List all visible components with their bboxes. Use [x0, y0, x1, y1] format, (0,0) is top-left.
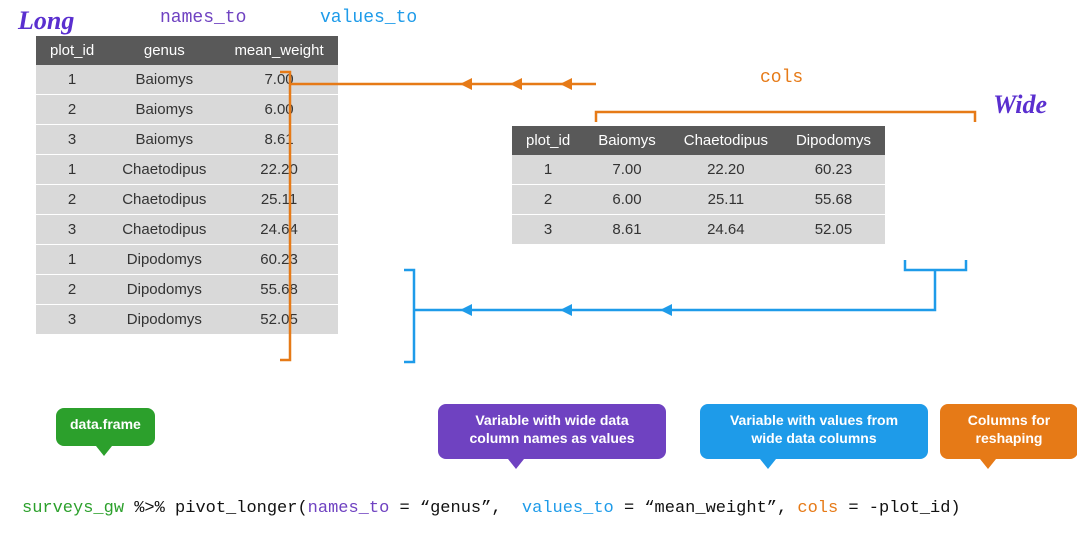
- table-row: 1Baiomys7.00: [36, 65, 338, 95]
- names-to-label: names_to: [160, 8, 246, 28]
- code-eq1: = “genus”,: [389, 499, 522, 518]
- table-row: 1Chaetodipus22.20: [36, 155, 338, 185]
- annotation-cols: Columns for reshaping: [940, 404, 1077, 459]
- table-row: 2Baiomys6.00: [36, 95, 338, 125]
- annotation-names-to: Variable with wide data column names as …: [438, 404, 666, 459]
- table-row: 26.0025.1155.68: [512, 185, 885, 215]
- wide-th-dipodomys: Dipodomys: [782, 126, 885, 155]
- table-row: 2Dipodomys55.68: [36, 275, 338, 305]
- long-th-plot-id: plot_id: [36, 36, 108, 65]
- code-values-kw: values_to: [522, 499, 614, 518]
- long-th-mean-weight: mean_weight: [220, 36, 337, 65]
- cols-label: cols: [760, 68, 803, 88]
- code-eq3: = -plot_id): [838, 499, 960, 518]
- values-to-label: values_to: [320, 8, 417, 28]
- code-df: surveys_gw: [22, 499, 124, 518]
- wide-th-plot-id: plot_id: [512, 126, 584, 155]
- code-cols-kw: cols: [797, 499, 838, 518]
- wide-table: plot_id Baiomys Chaetodipus Dipodomys 17…: [512, 126, 885, 245]
- table-row: 3Dipodomys52.05: [36, 305, 338, 335]
- long-title: Long: [18, 6, 74, 36]
- wide-th-chaetodipus: Chaetodipus: [670, 126, 782, 155]
- code-names-kw: names_to: [308, 499, 390, 518]
- table-row: 1Dipodomys60.23: [36, 245, 338, 275]
- code-eq2: = “mean_weight”,: [614, 499, 798, 518]
- table-row: 3Baiomys8.61: [36, 125, 338, 155]
- table-row: 2Chaetodipus25.11: [36, 185, 338, 215]
- wide-title: Wide: [993, 90, 1047, 120]
- annotation-values-to: Variable with values from wide data colu…: [700, 404, 928, 459]
- code-line: surveys_gw %>% pivot_longer(names_to = “…: [22, 499, 1057, 518]
- wide-th-baiomys: Baiomys: [584, 126, 670, 155]
- table-row: 38.6124.6452.05: [512, 215, 885, 245]
- long-table: plot_id genus mean_weight 1Baiomys7.00 2…: [36, 36, 338, 335]
- annotation-data-frame: data.frame: [56, 408, 155, 446]
- table-row: 3Chaetodipus24.64: [36, 215, 338, 245]
- long-th-genus: genus: [108, 36, 220, 65]
- table-row: 17.0022.2060.23: [512, 155, 885, 185]
- code-pipe: %>% pivot_longer(: [124, 499, 308, 518]
